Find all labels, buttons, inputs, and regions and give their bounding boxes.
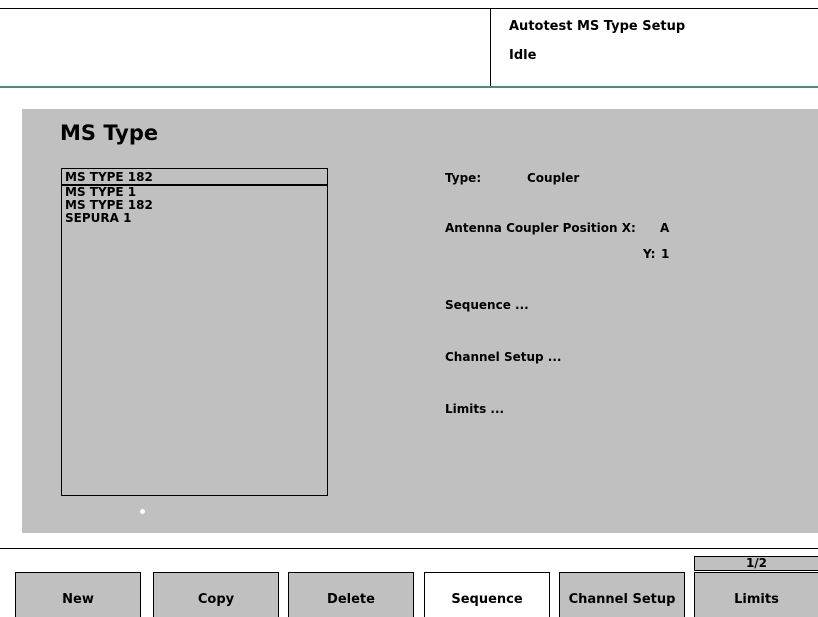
delete-button[interactable]: Delete [288, 572, 414, 617]
type-label: Type: [445, 171, 482, 185]
page-indicator: 1/2 [694, 556, 818, 571]
header-vertical-divider [490, 8, 491, 87]
panel-title: MS Type [60, 121, 159, 145]
antenna-position-label: Antenna Coupler Position X: [445, 221, 636, 235]
scroll-indicator [140, 509, 145, 514]
screen-title: Autotest MS Type Setup [509, 19, 686, 34]
antenna-y-value[interactable]: 1 [661, 247, 669, 261]
channel-setup-link[interactable]: Channel Setup ... [445, 350, 561, 364]
header-top-divider [0, 8, 818, 9]
type-value[interactable]: Coupler [527, 171, 579, 185]
selected-ms-type: MS TYPE 182 [65, 170, 153, 184]
list-item[interactable]: SEPURA 1 [62, 212, 327, 225]
antenna-x-value[interactable]: A [660, 221, 669, 235]
new-button[interactable]: New [15, 572, 141, 617]
status-text: Idle [509, 48, 537, 63]
bottom-divider [0, 548, 818, 549]
ms-type-select[interactable]: MS TYPE 182 [61, 168, 328, 186]
ms-type-panel: MS Type MS TYPE 182 MS TYPE 1 MS TYPE 18… [22, 109, 818, 533]
antenna-y-label: Y: [643, 247, 656, 261]
limits-link[interactable]: Limits ... [445, 402, 504, 416]
sequence-link[interactable]: Sequence ... [445, 298, 529, 312]
header-bar: Autotest MS Type Setup Idle [0, 0, 818, 95]
ms-type-list[interactable]: MS TYPE 1 MS TYPE 182 SEPURA 1 [61, 186, 328, 496]
channel-setup-button[interactable]: Channel Setup [559, 572, 685, 617]
limits-button[interactable]: Limits [694, 572, 818, 617]
sequence-button[interactable]: Sequence [424, 572, 550, 617]
copy-button[interactable]: Copy [153, 572, 279, 617]
header-bottom-divider [0, 86, 818, 88]
